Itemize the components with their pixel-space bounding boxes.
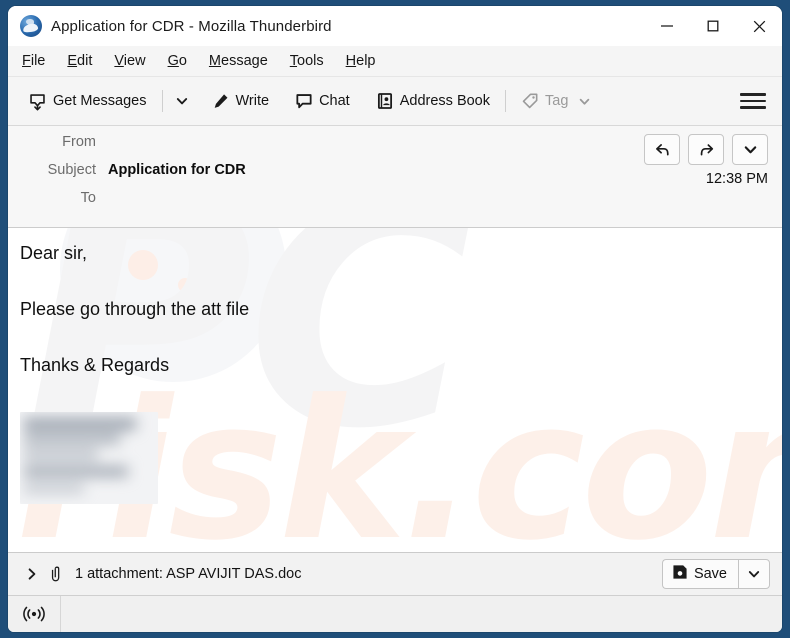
body-line-main: Please go through the att file [20,299,250,319]
get-messages-label: Get Messages [53,93,147,109]
blur-block [24,418,136,430]
body-line-signoff: Thanks & Regards [20,355,170,375]
thunderbird-logo-icon [20,15,42,37]
message-time: 12:38 PM [705,171,768,187]
toolbar-separator-1 [161,90,163,112]
tag-label: Tag [545,93,569,109]
to-label: To [80,190,96,206]
window-title: Application for CDR - Mozilla Thunderbir… [51,17,332,35]
tag-icon [521,92,539,110]
blurred-signature-image [20,412,158,504]
attachment-bar: 1 attachment: ASP AVIJIT DAS.doc Save [8,552,782,595]
close-icon [753,20,765,32]
forward-arrow-icon [700,144,713,156]
chat-label: Chat [319,93,350,109]
reply-arrow-icon [655,144,669,156]
blur-block [24,484,84,493]
chevron-right-icon [28,568,36,580]
chat-button[interactable]: Chat [287,86,358,116]
blur-layer [20,412,158,504]
pencil-icon [212,92,230,110]
header-row-to: To [8,190,782,218]
more-actions-button[interactable] [732,134,768,165]
reply-button[interactable] [644,134,680,165]
save-disk-icon [672,564,688,584]
attachment-expand-button[interactable] [22,567,42,581]
message-text-content: Dear sir, Please go through the att file… [8,228,782,504]
menu-help[interactable]: Help [346,50,388,72]
thunderbird-window: Application for CDR - Mozilla Thunderbir… [8,6,782,632]
status-bar [8,595,782,632]
save-label: Save [693,566,727,582]
message-body: PC risk.com Dear sir, Please go through … [8,228,782,552]
save-attachment-button[interactable]: Save [661,559,738,589]
close-button[interactable] [736,6,782,46]
chevron-down-icon [744,146,756,154]
chevron-down-icon [748,571,760,578]
address-book-icon [376,92,394,110]
save-dropdown-button[interactable] [738,559,770,589]
subject-label: Subject [47,162,96,178]
write-label: Write [235,93,270,109]
body-line-greeting: Dear sir, [20,243,88,263]
toolbar-separator-2 [505,90,506,112]
blur-block [24,466,128,477]
minimize-icon [661,25,673,27]
window-controls [644,6,782,46]
attachment-save-group: Save [661,559,770,589]
address-book-label: Address Book [399,93,490,109]
maximize-button[interactable] [690,6,736,46]
forward-button[interactable] [688,134,724,165]
header-row-subject: Subject Application for CDR [8,162,782,190]
hamburger-line [740,93,766,96]
broadcast-signal-icon[interactable] [8,596,61,632]
attachment-summary-text: 1 attachment: ASP AVIJIT DAS.doc [75,566,302,582]
title-bar: Application for CDR - Mozilla Thunderbir… [8,6,782,46]
message-actions [644,134,768,165]
hamburger-line [740,99,766,103]
main-toolbar: Get Messages Write Chat Address Book Tag [8,77,782,126]
menu-message[interactable]: Message [209,50,280,72]
write-button[interactable]: Write [204,86,278,116]
get-messages-button[interactable]: Get Messages [20,86,155,117]
tag-dropdown-chevron[interactable] [578,95,591,108]
get-messages-dropdown[interactable] [170,88,194,114]
speech-bubble-icon [295,92,313,110]
inbox-download-icon [28,92,47,111]
chevron-down-icon [176,98,187,105]
menu-go[interactable]: Go [168,50,199,72]
hamburger-line [740,106,766,109]
menu-edit[interactable]: Edit [67,50,104,72]
menu-bar: File Edit View Go Message Tools Help [8,46,782,77]
minimize-button[interactable] [644,6,690,46]
maximize-icon [707,20,719,32]
subject-value: Application for CDR [108,162,246,178]
menu-view[interactable]: View [114,50,157,72]
blur-block [24,434,120,444]
from-label: From [62,134,96,150]
message-header: From Subject Application for CDR To 12:3… [8,126,782,228]
tag-button[interactable]: Tag [513,86,599,116]
paperclip-icon [50,566,67,583]
menu-tools[interactable]: Tools [290,50,336,72]
blur-block [24,450,98,459]
menu-file[interactable]: File [22,50,57,72]
app-menu-button[interactable] [740,90,766,112]
address-book-button[interactable]: Address Book [368,86,498,116]
